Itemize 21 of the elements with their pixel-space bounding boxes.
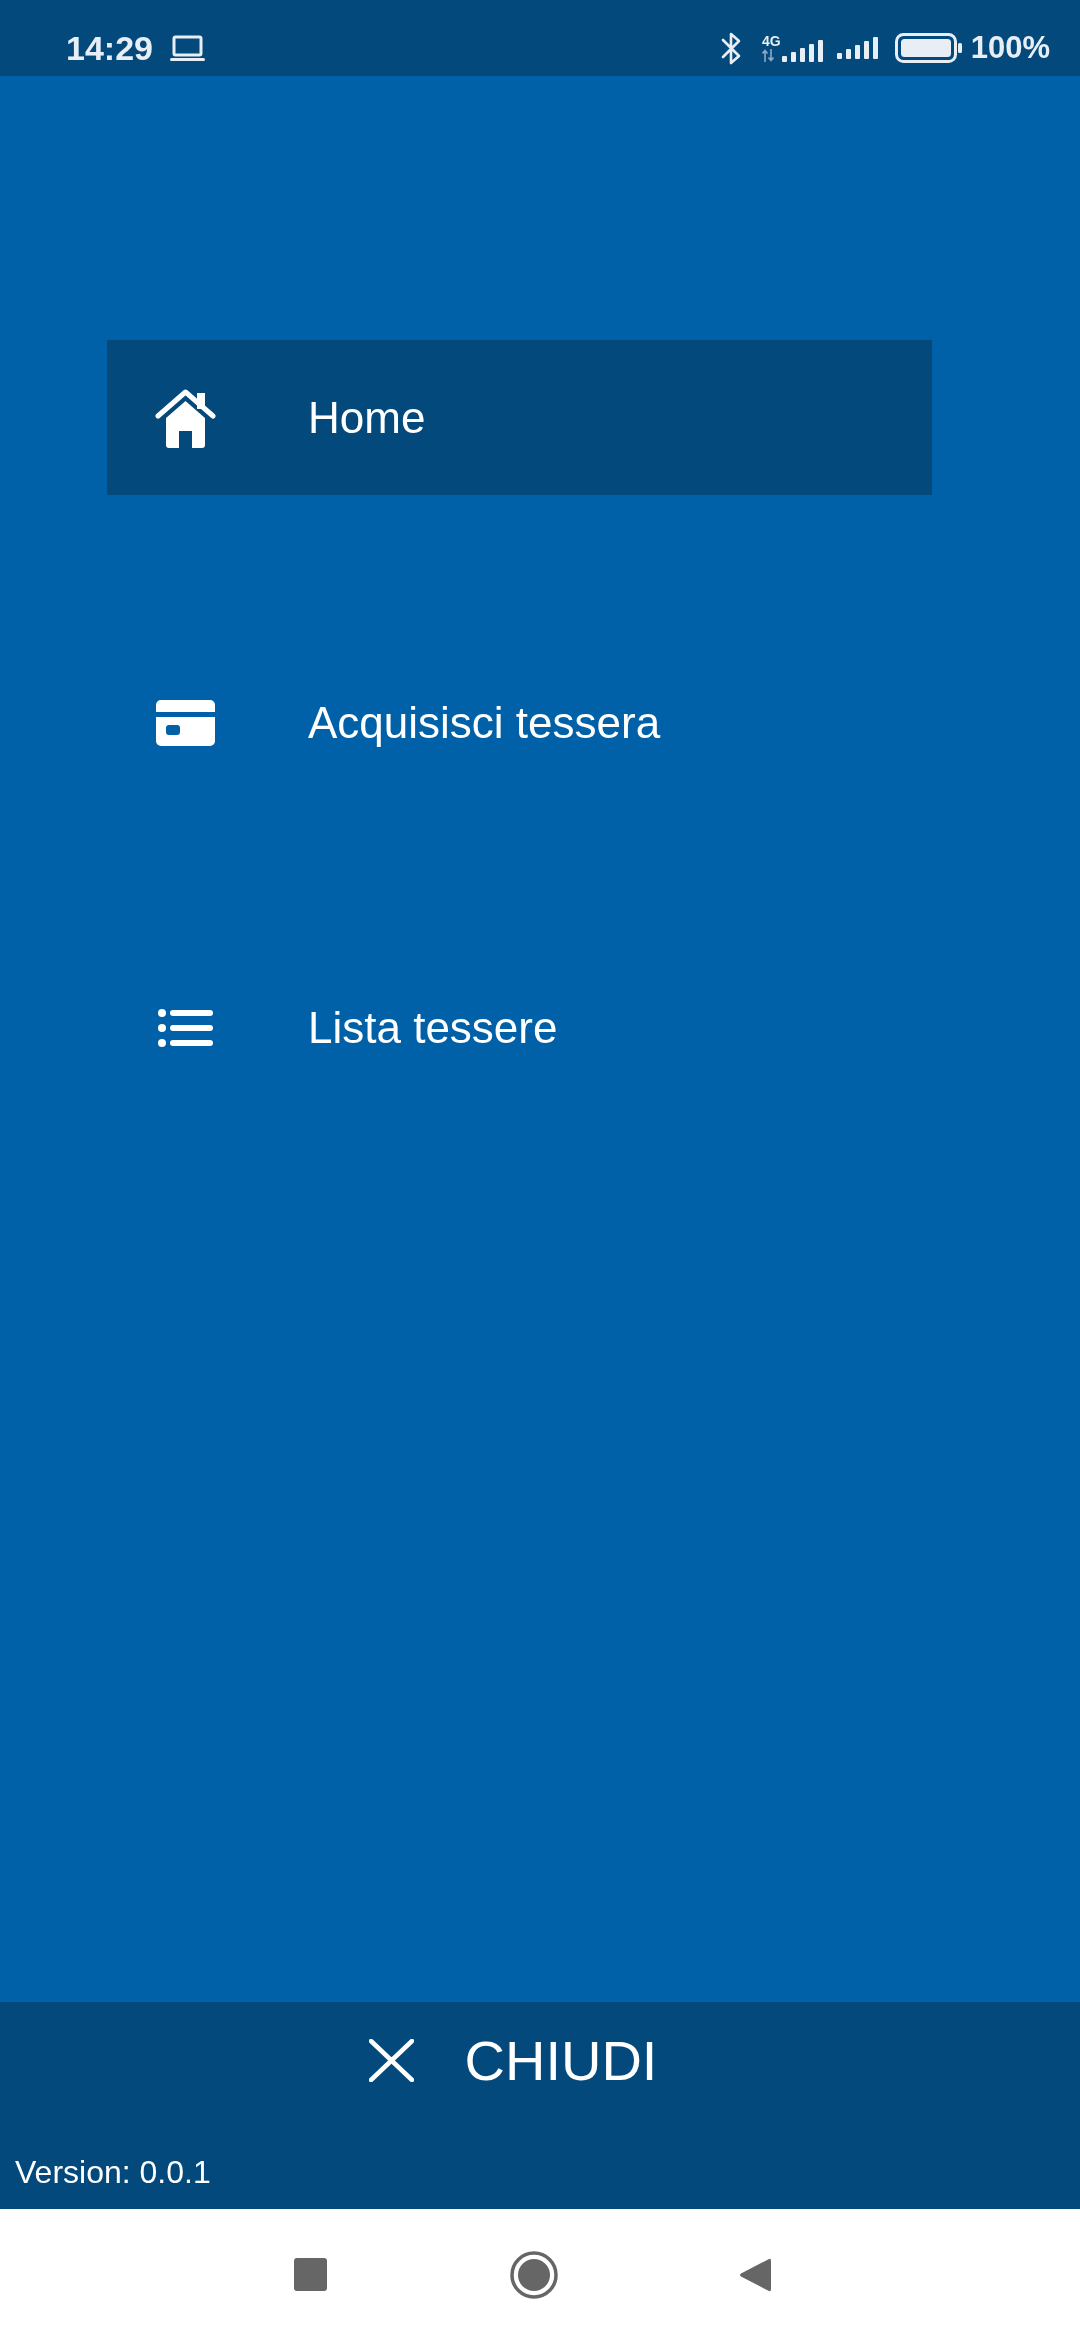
menu-item[interactable]: Acquisisci tessera — [107, 645, 932, 800]
close-button[interactable]: CHIUDI — [0, 2002, 1080, 2118]
menu-item[interactable]: Home — [107, 340, 932, 495]
signal-bars-icon — [836, 37, 878, 59]
battery-percentage: 100% — [970, 30, 1050, 66]
back-icon[interactable] — [738, 2256, 771, 2293]
close-icon — [368, 2038, 414, 2082]
menu-item[interactable]: Lista tessere — [107, 950, 932, 1105]
battery-icon — [894, 33, 962, 63]
laptop-icon — [169, 34, 205, 62]
home-icon — [155, 387, 216, 448]
network-type-label: 4G — [762, 34, 781, 49]
credit-card-icon — [156, 699, 215, 746]
status-time: 14:29 — [66, 28, 153, 68]
home-nav-icon[interactable] — [509, 2250, 558, 2299]
bluetooth-icon — [720, 30, 743, 66]
version-label: Version: 0.0.1 — [14, 2153, 211, 2191]
signal-bars-icon — [781, 40, 823, 62]
recent-apps-icon[interactable] — [293, 2258, 327, 2291]
data-arrows-icon — [762, 49, 774, 62]
list-icon — [158, 1008, 213, 1047]
